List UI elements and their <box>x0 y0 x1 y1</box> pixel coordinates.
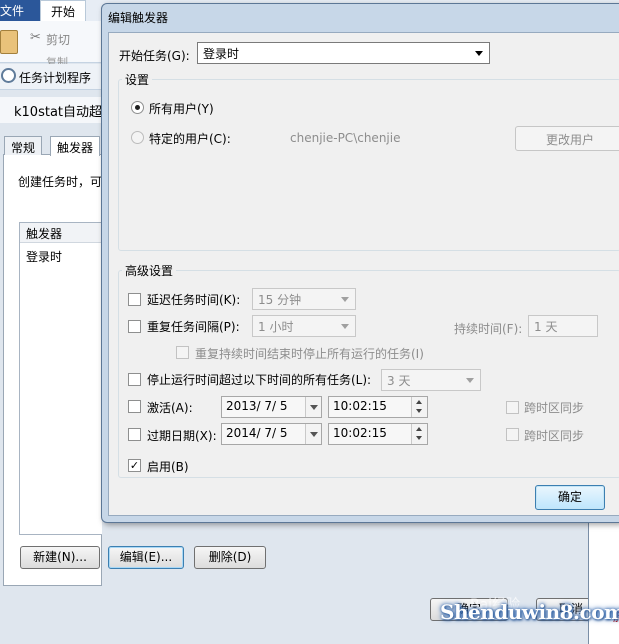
expire-label[interactable]: 过期日期(X): <box>147 427 217 444</box>
delay-select[interactable]: 15 分钟 <box>252 288 356 310</box>
change-user-button[interactable]: 更改用户 <box>515 126 619 151</box>
any-user-radio[interactable] <box>131 101 144 114</box>
ok-button[interactable]: 确定 <box>535 485 605 510</box>
begin-task-label: 开始任务(G): <box>119 49 190 63</box>
advanced-group-title: 高级设置 <box>122 262 177 279</box>
delay-checkbox[interactable] <box>128 293 141 306</box>
activate-time-value: 10:02:15 <box>333 399 387 413</box>
specific-user-value: chenjie-PC\chenjie <box>290 131 401 145</box>
delete-trigger-button[interactable]: 删除(D) <box>194 546 266 569</box>
repeat-label[interactable]: 重复任务间隔(P): <box>147 318 240 335</box>
any-user-label[interactable]: 所有用户(Y) <box>149 100 214 117</box>
chevron-down-icon <box>341 324 349 329</box>
paste-icon[interactable] <box>0 30 18 54</box>
expire-date-picker[interactable]: 2014/ 7/ 5 <box>221 423 322 445</box>
spin-arrows-icon[interactable] <box>411 397 427 417</box>
edit-trigger-button[interactable]: 编辑(E)... <box>108 546 184 569</box>
expire-date-value: 2014/ 7/ 5 <box>226 426 288 440</box>
tab-general[interactable]: 常规 <box>4 136 43 155</box>
specific-user-radio[interactable] <box>131 131 144 144</box>
settings-group-title: 设置 <box>122 71 153 88</box>
activate-time-spinner[interactable]: 10:02:15 <box>328 396 428 418</box>
spin-arrows-icon[interactable] <box>411 424 427 444</box>
chevron-down-icon <box>466 378 474 383</box>
trigger-list <box>19 222 102 535</box>
task-scheduler-title: 任务计划程序 <box>19 71 92 85</box>
chevron-down-icon <box>341 297 349 302</box>
activate-label[interactable]: 激活(A): <box>147 399 193 416</box>
repeat-select[interactable]: 1 小时 <box>252 315 356 337</box>
repeat-checkbox[interactable] <box>128 320 141 333</box>
activate-date-picker[interactable]: 2013/ 7/ 5 <box>221 396 322 418</box>
stop-longer-select[interactable]: 3 天 <box>381 369 481 391</box>
begin-task-value: 登录时 <box>203 47 240 61</box>
calendar-dropdown-icon[interactable] <box>305 397 321 417</box>
expire-sync-checkbox[interactable] <box>506 428 519 441</box>
duration-label: 持续时间(F): <box>454 322 523 336</box>
stop-longer-checkbox[interactable] <box>128 373 141 386</box>
scissors-icon: ✂ <box>30 30 41 45</box>
duration-value: 1 天 <box>534 320 558 334</box>
enabled-checkbox[interactable]: ✓ <box>128 459 141 472</box>
delay-value: 15 分钟 <box>258 293 302 307</box>
expire-sync-label: 跨时区同步 <box>524 429 585 443</box>
expire-time-spinner[interactable]: 10:02:15 <box>328 423 428 445</box>
activate-date-value: 2013/ 7/ 5 <box>226 399 288 413</box>
home-tab[interactable]: 开始 <box>40 0 86 22</box>
stop-longer-label[interactable]: 停止运行时间超过以下时间的所有任务(L): <box>147 371 371 388</box>
task-properties-title: k10stat自动超频 <box>14 105 102 120</box>
delay-label[interactable]: 延迟任务时间(K): <box>147 291 240 308</box>
repeat-value: 1 小时 <box>258 320 294 334</box>
create-task-hint: 创建任务时，可 <box>18 175 102 189</box>
cut-button[interactable]: 剪切 <box>46 31 70 48</box>
stop-repeat-checkbox[interactable] <box>176 346 189 359</box>
trigger-list-header[interactable]: 触发器 <box>20 223 102 243</box>
dialog-title: 编辑触发器 <box>108 11 169 25</box>
activate-sync-label: 跨时区同步 <box>524 401 585 415</box>
new-trigger-button[interactable]: 新建(N)... <box>20 546 100 569</box>
activate-checkbox[interactable] <box>128 400 141 413</box>
site-watermark: Shenduwin8.com <box>440 600 619 624</box>
file-tab[interactable]: 文件 <box>0 0 40 21</box>
clock-icon <box>1 68 16 83</box>
trigger-list-row[interactable]: 登录时 <box>26 248 62 265</box>
copy-button[interactable]: 复制 <box>46 54 68 64</box>
calendar-dropdown-icon[interactable] <box>305 424 321 444</box>
specific-user-label[interactable]: 特定的用户(C): <box>149 130 231 147</box>
begin-task-select[interactable]: 登录时 <box>197 42 490 64</box>
duration-select[interactable]: 1 天 <box>528 315 598 337</box>
expire-checkbox[interactable] <box>128 428 141 441</box>
expire-time-value: 10:02:15 <box>333 426 387 440</box>
activate-sync-checkbox[interactable] <box>506 401 519 414</box>
chevron-down-icon <box>475 51 483 56</box>
tab-triggers[interactable]: 触发器 <box>50 136 101 156</box>
stop-repeat-label: 重复持续时间结束时停止所有运行的任务(I) <box>195 347 424 361</box>
stop-longer-value: 3 天 <box>387 374 411 388</box>
enabled-label[interactable]: 启用(B) <box>147 458 189 475</box>
